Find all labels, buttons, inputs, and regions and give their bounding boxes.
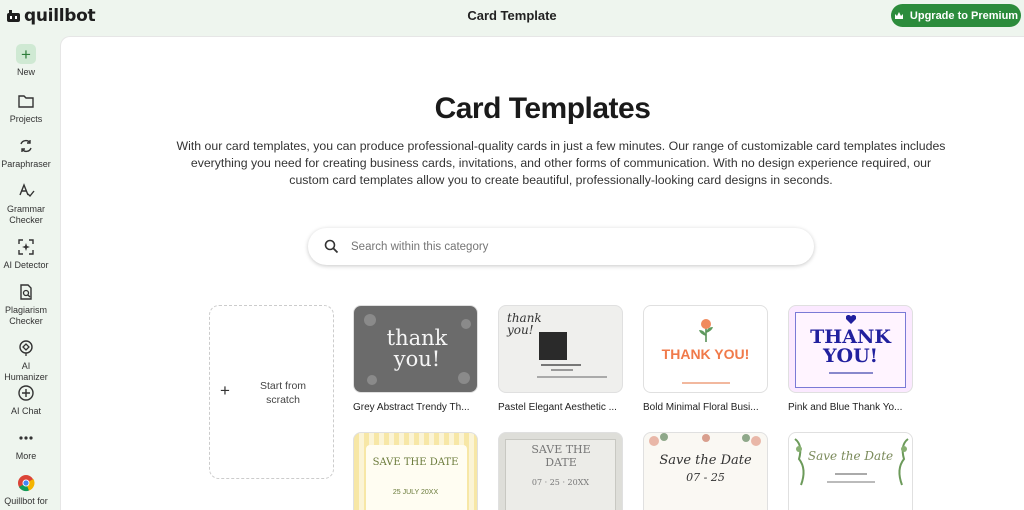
thumbnail-sub-text: 07 - 25	[686, 471, 725, 484]
folder-icon	[18, 95, 34, 108]
upgrade-label: Upgrade to Premium	[909, 9, 1019, 22]
sidebar-item-label: AI Detector	[3, 260, 49, 270]
sidebar-item-new[interactable]: + New	[0, 44, 52, 78]
page-heading: Card Templates	[434, 92, 651, 125]
thumbnail-art-text: THANK YOU!	[661, 346, 750, 362]
crown-icon	[894, 11, 903, 19]
plus-icon: +	[220, 381, 230, 400]
more-dots-icon	[19, 436, 33, 440]
thumbnail-art-text: SAVE THE DATE	[372, 457, 459, 468]
sidebar-item-paraphraser[interactable]: Paraphraser	[0, 136, 52, 170]
page-description: With our card templates, you can produce…	[176, 139, 946, 187]
thumbnail-art-text: THANK YOU!	[810, 326, 891, 367]
template-name: Pastel Elegant Aesthetic ...	[498, 402, 617, 413]
search-bar[interactable]	[308, 228, 814, 265]
sidebar-item-quillbot-for-chrome[interactable]: Quillbot for	[0, 473, 52, 507]
template-thumbnail: SAVE THE DATE 07 · 25 · 20XX	[498, 432, 623, 510]
template-name: Bold Minimal Floral Busi...	[643, 402, 759, 413]
template-thumbnail: THANK YOU!	[643, 305, 768, 393]
upgrade-to-premium-button[interactable]: Upgrade to Premium	[891, 4, 1021, 27]
thumbnail-art-text: thank you!	[386, 326, 448, 371]
sidebar-item-more[interactable]: More	[0, 428, 52, 462]
template-thumbnail: SAVE THE DATE 25 JULY 20XX	[353, 432, 478, 510]
sidebar: + New Projects Paraphraser Grammar Check…	[0, 34, 58, 510]
template-card[interactable]: Save the Date 07 - 25	[643, 432, 768, 510]
start-from-scratch-card[interactable]: + Start from scratch	[209, 305, 334, 479]
chrome-icon	[18, 475, 35, 492]
paraphrase-icon	[20, 139, 32, 153]
page-title: Card Template	[467, 8, 557, 23]
template-card[interactable]: THANK YOU! Bold Minimal Floral Busi...	[643, 305, 768, 413]
thumbnail-art-text: Save the Date	[807, 449, 894, 463]
sidebar-item-label: Quillbot for	[4, 496, 48, 506]
sidebar-item-plagiarism-checker[interactable]: Plagiarism Checker	[0, 282, 52, 327]
humanizer-icon	[19, 340, 33, 356]
thumbnail-art-text: SAVE THE DATE	[531, 443, 591, 469]
sidebar-item-label: Projects	[9, 114, 43, 124]
template-thumbnail: thank you!	[353, 305, 478, 393]
sidebar-item-ai-chat[interactable]: AI Chat	[0, 383, 52, 417]
search-icon	[324, 239, 339, 254]
template-thumbnail: thank you!	[498, 305, 623, 393]
ai-chat-icon	[18, 385, 34, 401]
photo-placeholder	[539, 332, 567, 360]
sidebar-item-ai-detector[interactable]: AI Detector	[0, 237, 52, 271]
template-card[interactable]: SAVE THE DATE 07 · 25 · 20XX	[498, 432, 623, 510]
main-content: Card Templates With our card templates, …	[60, 36, 1024, 510]
scratch-label: Start from scratch	[259, 380, 307, 406]
sidebar-item-label: New	[16, 67, 35, 77]
template-card[interactable]: thank you! Pastel Elegant Aesthetic ...	[498, 305, 623, 413]
template-card[interactable]: Save the Date	[788, 432, 913, 510]
thumbnail-art-text: Save the Date	[659, 453, 752, 468]
top-bar: quillbot Card Template Upgrade to Premiu…	[0, 0, 1024, 34]
search-input[interactable]	[351, 240, 751, 253]
plagiarism-icon	[20, 284, 32, 300]
template-card[interactable]: SAVE THE DATE 25 JULY 20XX	[353, 432, 478, 510]
template-thumbnail: THANK YOU!	[788, 305, 913, 393]
template-name: Grey Abstract Trendy Th...	[353, 402, 470, 413]
template-thumbnail: Save the Date 07 - 25	[643, 432, 768, 510]
sidebar-item-label: AI Humanizer	[4, 361, 48, 382]
thumbnail-sub-text: 25 JULY 20XX	[392, 489, 439, 496]
template-name: Pink and Blue Thank Yo...	[788, 402, 903, 413]
thumbnail-sub-text: 07 · 25 · 20XX	[531, 478, 590, 487]
template-thumbnail: Save the Date	[788, 432, 913, 510]
sidebar-item-projects[interactable]: Projects	[0, 91, 52, 125]
plus-icon: +	[16, 44, 36, 64]
sidebar-item-label: Grammar Checker	[7, 204, 45, 225]
template-card[interactable]: THANK YOU! Pink and Blue Thank Yo...	[788, 305, 913, 413]
sidebar-item-label: Paraphraser	[1, 159, 51, 169]
grammar-icon	[19, 183, 35, 198]
sidebar-item-label: AI Chat	[10, 406, 41, 416]
sidebar-item-label: More	[15, 451, 37, 461]
sidebar-item-label: Plagiarism Checker	[4, 305, 47, 326]
sidebar-item-ai-humanizer[interactable]: AI Humanizer	[0, 338, 52, 383]
template-card[interactable]: thank you! Grey Abstract Trendy Th...	[353, 305, 478, 413]
ai-detector-icon	[18, 239, 34, 255]
sidebar-item-grammar-checker[interactable]: Grammar Checker	[0, 181, 52, 226]
